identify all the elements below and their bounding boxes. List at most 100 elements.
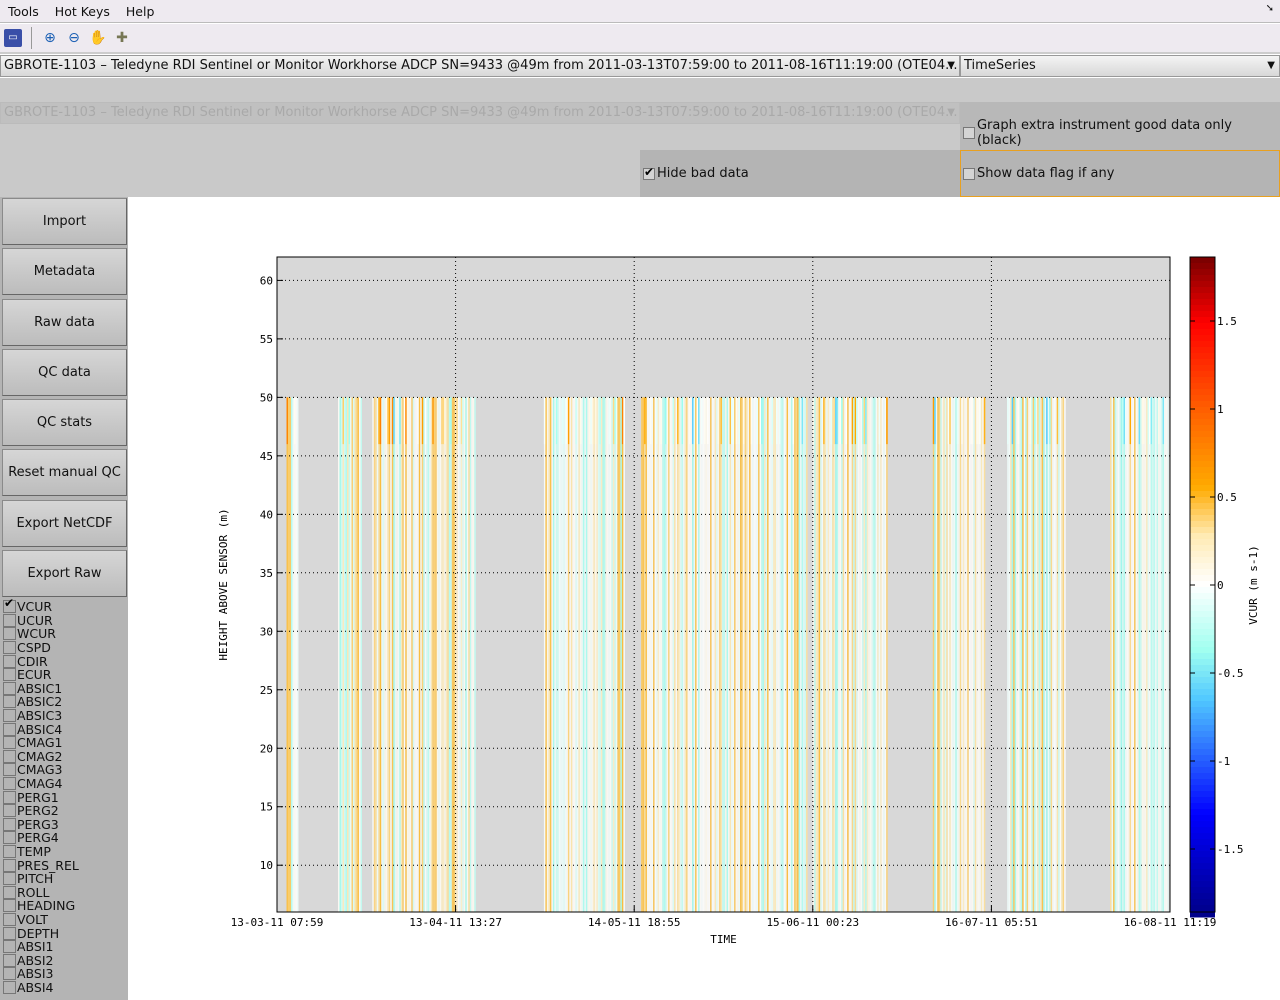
checkbox-box[interactable] [3,953,16,967]
qc-stats-button[interactable]: QC stats [2,399,127,446]
variable-checkbox-depth[interactable]: DEPTH [3,926,79,940]
checkbox-box[interactable] [3,817,16,831]
graph-extra-checkbox[interactable]: Graph extra instrument good data only (b… [963,118,1280,148]
zoom-in-icon[interactable]: ⊕ [41,29,59,47]
data-column [599,397,601,912]
checkbox-box[interactable] [3,885,16,899]
checkbox-box[interactable] [3,681,16,695]
data-column [1158,397,1160,912]
variable-checkbox-roll[interactable]: ROLL [3,885,79,899]
checkbox-box[interactable] [3,804,16,818]
checkbox-box[interactable] [3,763,16,777]
variable-checkbox-cmag1[interactable]: CMAG1 [3,736,79,750]
checkbox-box[interactable] [3,749,16,763]
variable-checkbox-pitch[interactable]: PITCH [3,872,79,886]
data-column [1111,397,1114,912]
data-column [689,397,691,912]
variable-checkbox-cmag2[interactable]: CMAG2 [3,748,79,764]
data-column [743,397,745,912]
dataset-select[interactable]: GBROTE-1103 – Teledyne RDI Sentinel or M… [0,55,960,77]
colorbar-segment [1190,881,1215,888]
export-netcdf-button[interactable]: Export NetCDF [2,500,127,547]
variable-checkbox-cmag4[interactable]: CMAG4 [3,777,79,791]
variable-checkbox-perg3[interactable]: PERG3 [3,817,79,832]
variable-checkbox-heading[interactable]: HEADING [3,899,79,913]
variable-checkbox-ucur[interactable]: UCUR [3,613,79,628]
checkbox-box[interactable] [3,597,16,614]
variable-checkbox-absic4[interactable]: ABSIC4 [3,722,79,736]
variable-checkbox-perg2[interactable]: PERG2 [3,804,79,818]
menu-help[interactable]: Help [118,4,163,19]
data-column [591,397,594,912]
checkbox-box[interactable] [3,777,16,791]
checkbox-box[interactable] [3,926,16,940]
variable-checkbox-pres_rel[interactable]: PRES_REL [3,858,79,872]
checkbox-box[interactable] [3,736,16,750]
data-column [1046,397,1048,912]
variable-checkbox-temp[interactable]: TEMP [3,844,79,859]
colorbar-segment [1190,299,1215,306]
zoom-out-icon[interactable]: ⊖ [65,29,83,47]
variable-checkbox-wcur[interactable]: WCUR [3,627,79,641]
checkbox-box[interactable] [3,967,16,981]
variable-checkbox-volt[interactable]: VOLT [3,912,79,927]
checkbox-box[interactable] [3,858,16,872]
variable-checkbox-absi4[interactable]: ABSI4 [3,979,79,995]
variable-checkbox-ecur[interactable]: ECUR [3,668,79,682]
checkbox-box[interactable] [3,980,16,994]
checkbox-box[interactable] [3,844,16,858]
reset-manual-qc-button[interactable]: Reset manual QC [2,449,127,496]
checkbox-box[interactable] [963,127,975,139]
graph-type-select[interactable]: TimeSeries ▼ [960,55,1280,77]
data-cursor-icon[interactable]: ✚ [113,29,131,47]
variable-checkbox-vcur[interactable]: VCUR [3,597,79,614]
variable-label: ABSI4 [17,979,54,995]
data-column [1161,397,1163,912]
variable-checkbox-absi3[interactable]: ABSI3 [3,967,79,981]
variable-checkbox-absic2[interactable]: ABSIC2 [3,695,79,709]
checkbox-box[interactable] [3,613,16,627]
variable-checkbox-absi2[interactable]: ABSI2 [3,953,79,967]
save-icon[interactable]: ▭ [4,29,22,47]
checkbox-box[interactable] [643,165,655,180]
import-button[interactable]: Import [2,198,127,245]
metadata-button[interactable]: Metadata [2,248,127,295]
variable-checkbox-absic3[interactable]: ABSIC3 [3,709,79,723]
checkbox-box[interactable] [3,695,16,709]
pan-hand-icon[interactable]: ✋ [89,29,107,47]
variable-checkbox-absic1[interactable]: ABSIC1 [3,681,79,696]
hide-bad-data-checkbox[interactable]: Hide bad data [643,165,749,181]
menu-tools[interactable]: Tools [0,4,47,19]
data-column [770,397,772,912]
data-column [447,397,449,912]
export-raw-button[interactable]: Export Raw [2,550,127,597]
show-data-flag-checkbox[interactable]: Show data flag if any [963,166,1114,181]
qc-data-button[interactable]: QC data [2,349,127,396]
chevron-down-icon: ▼ [947,107,955,118]
checkbox-box[interactable] [3,831,16,845]
checkbox-box[interactable] [3,872,16,886]
checkbox-box[interactable] [3,940,16,954]
checkbox-box[interactable] [3,654,16,668]
variable-label: CMAG2 [17,748,63,764]
checkbox-box[interactable] [963,167,975,180]
data-column [720,397,723,912]
checkbox-box[interactable] [3,709,16,723]
checkbox-box[interactable] [3,912,16,926]
checkbox-box[interactable] [3,627,16,641]
checkbox-box[interactable] [3,899,16,913]
variable-checkbox-absi1[interactable]: ABSI1 [3,940,79,954]
raw-data-button[interactable]: Raw data [2,299,127,346]
checkbox-box[interactable] [3,722,16,736]
variable-checkbox-perg1[interactable]: PERG1 [3,790,79,804]
variable-checkbox-cmag3[interactable]: CMAG3 [3,763,79,777]
data-column [376,397,379,912]
variable-checkbox-perg4[interactable]: PERG4 [3,831,79,845]
variable-checkbox-cspd[interactable]: CSPD [3,641,79,655]
variable-checkbox-cdir[interactable]: CDIR [3,654,79,668]
checkbox-box[interactable] [3,641,16,655]
menu-hot-keys[interactable]: Hot Keys [47,4,118,19]
checkbox-box[interactable] [3,668,16,682]
menu-overflow-arrow-icon[interactable]: ➘ [1266,3,1274,14]
checkbox-box[interactable] [3,790,16,804]
